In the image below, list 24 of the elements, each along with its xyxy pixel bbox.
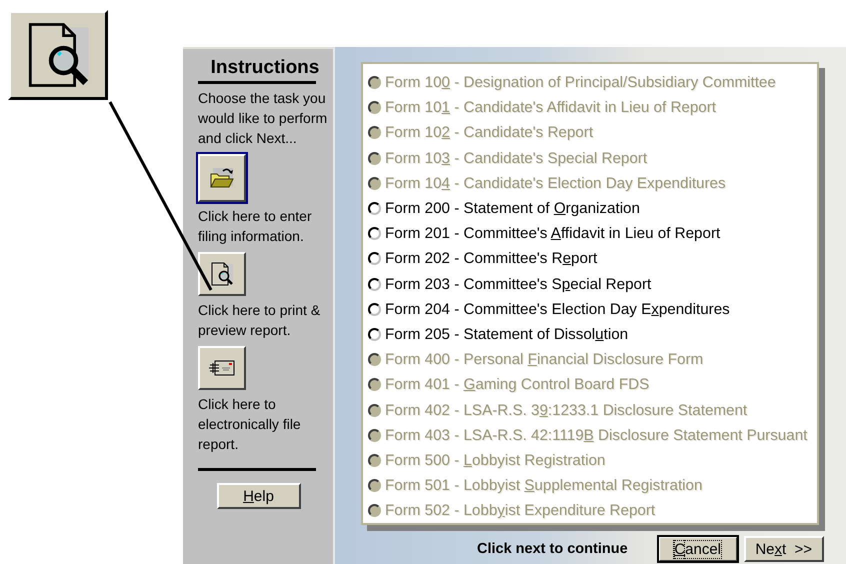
preview-button[interactable] — [198, 252, 246, 296]
radio-button[interactable] — [368, 302, 381, 316]
action-caption: Click here to print & preview report. — [198, 301, 322, 340]
radio-button[interactable] — [368, 328, 381, 341]
instructions-text: Choose the task you would like to perform and click Next... — [198, 89, 328, 148]
next-button[interactable]: Next >> — [744, 536, 824, 562]
efile-button[interactable] — [198, 346, 246, 390]
form-option-label[interactable]: Form 205 - Statement of Dissolution — [385, 326, 628, 343]
form-option-label[interactable]: Form 204 - Committee's Election Day Expenditures — [385, 300, 730, 318]
help-button[interactable]: Help — [216, 483, 300, 509]
action-caption: Click here to electronically file report. — [198, 395, 302, 454]
form-option-label[interactable]: Form 200 - Statement of Organization — [385, 200, 640, 218]
radio-button[interactable] — [368, 278, 381, 291]
open-button[interactable] — [198, 154, 246, 202]
form-option-label[interactable]: Form 201 - Committee's Affidavit in Lieu of Report — [385, 225, 720, 242]
cancel-button[interactable]: Cancel — [658, 536, 738, 562]
form-option-label[interactable]: Form 203 - Committee's Special Report — [385, 276, 652, 293]
radio-button[interactable] — [368, 252, 381, 266]
radio-button[interactable] — [368, 227, 381, 240]
form-option-label[interactable]: Form 202 - Committee's Report — [385, 250, 598, 268]
radio-button[interactable] — [368, 202, 381, 216]
continue-hint: Click next to continue — [477, 541, 628, 557]
action-caption: Click here to enter filing information. — [198, 207, 313, 246]
instructions-heading: Instructions — [210, 57, 320, 79]
